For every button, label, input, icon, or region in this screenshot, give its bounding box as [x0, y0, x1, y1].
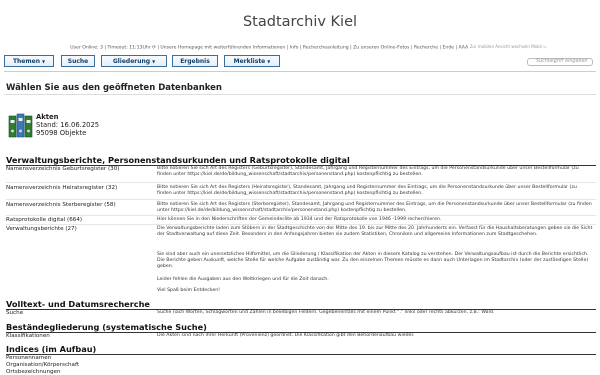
status-links[interactable]: User Online: 3 | Timeout: 11:13Uhr ⟳ | U… — [70, 46, 468, 51]
nav-gliederung-button[interactable]: Gliederung ▼ — [101, 55, 167, 67]
nav-ergebnis-label: Ergebnis — [180, 58, 210, 65]
search-input[interactable]: Suchbegriff eingeben — [527, 58, 593, 66]
nav-suche-label: Suche — [67, 58, 89, 65]
chevron-down-icon: ▼ — [267, 59, 271, 64]
db-desc-verwaltungsberichte-3: Leider fehlen die Ausgaben aus den Weltk… — [157, 277, 329, 282]
db-link-verwaltungsberichte[interactable]: Verwaltungsberichte (27) — [6, 226, 77, 232]
page-title: Stadtarchiv Kiel — [242, 14, 358, 30]
section-title-digital: Verwaltungsberichte, Personenstandsurkun… — [6, 155, 350, 165]
nav-themen-label: Themen — [12, 58, 40, 65]
db-link-ortsbezeichnungen[interactable]: Ortsbezeichnungen — [6, 369, 61, 375]
mobile-view-link[interactable]: Zur mobilen Ansicht wechseln Mobil ⇨ — [470, 44, 547, 50]
row-divider — [6, 215, 596, 216]
main-nav: Themen ▼ Suche Gliederung ▼ Ergebnis Merkl… — [4, 55, 596, 69]
db-desc-verwaltungsberichte-2: Sie sind aber auch ein unersetzliches Hi… — [157, 252, 589, 269]
akten-database[interactable]: Akten Stand: 16.06.2025 95098 Objekte — [36, 113, 99, 137]
section-divider — [6, 354, 596, 355]
db-desc-sterberegister: Bitte notieren Sie sich Art des Register… — [157, 202, 592, 213]
row-divider — [6, 224, 596, 225]
nav-merkliste-label: Merkliste — [233, 58, 266, 65]
nav-merkliste-button[interactable]: Merkliste ▼ — [224, 55, 280, 67]
nav-ergebnis-button[interactable]: Ergebnis — [172, 55, 218, 67]
section-title-volltext: Volltext- und Datumsrecherche — [6, 299, 150, 309]
akten-count: 95098 Objekte — [36, 129, 87, 137]
binders-icon[interactable] — [8, 112, 34, 138]
db-link-ratsprotokolle[interactable]: Ratsprotokolle digital (664) — [6, 217, 82, 223]
database-heading: Wählen Sie aus den geöffneten Datenbanke… — [6, 83, 222, 93]
nav-themen-button[interactable]: Themen ▼ — [4, 55, 54, 67]
db-link-sterberegister[interactable]: Namensverzeichnis Sterberegister (58) — [6, 202, 116, 208]
db-link-suche[interactable]: Suche — [6, 310, 23, 316]
section-title-indices: Indices (im Aufbau) — [6, 344, 97, 354]
db-link-heiratsregister[interactable]: Namensverzeichnis Heiratsregister (32) — [6, 185, 117, 191]
db-desc-klassifikationen: Die Akten sind nach ihrer Herkunft (Prov… — [157, 333, 415, 338]
db-link-organisation[interactable]: Organisation/Körperschaft — [6, 362, 79, 368]
nav-gliederung-label: Gliederung — [112, 58, 151, 65]
db-desc-geburtsregister: Bitte notieren Sie sich Art des Register… — [157, 166, 579, 177]
db-link-personennamen[interactable]: Personennamen — [6, 355, 51, 361]
status-line[interactable]: User Online: 3 | Timeout: 11:13Uhr ⟳ | U… — [0, 44, 600, 51]
chevron-down-icon: ▼ — [41, 59, 46, 64]
db-desc-verwaltungsberichte: Die Verwaltungsberichte laden zum Stöber… — [157, 226, 593, 237]
row-divider — [6, 182, 596, 183]
row-divider — [6, 199, 596, 200]
db-link-klassifikationen[interactable]: Klassifikationen — [6, 333, 50, 339]
db-desc-heiratsregister: Bitte notieren Sie sich Art des Register… — [157, 185, 577, 196]
akten-title[interactable]: Akten — [36, 113, 99, 121]
akten-stand: Stand: 16.06.2025 — [36, 121, 100, 129]
divider — [4, 71, 596, 72]
db-desc-ratsprotokolle: Hier können Sie in den Niederschriften d… — [157, 217, 442, 222]
db-link-geburtsregister[interactable]: Namensverzeichnis Geburtsregister (30) — [6, 166, 119, 172]
db-desc-suche: Suche nach Worten, Schlagworten und Zahl… — [157, 310, 495, 315]
chevron-down-icon: ▼ — [152, 59, 156, 64]
nav-suche-button[interactable]: Suche — [61, 55, 95, 67]
divider — [4, 94, 596, 95]
db-desc-verwaltungsberichte-4: Viel Spaß beim Entdecken! — [157, 288, 221, 293]
section-title-bestaende: Beständegliederung (systematische Suche) — [6, 322, 207, 332]
